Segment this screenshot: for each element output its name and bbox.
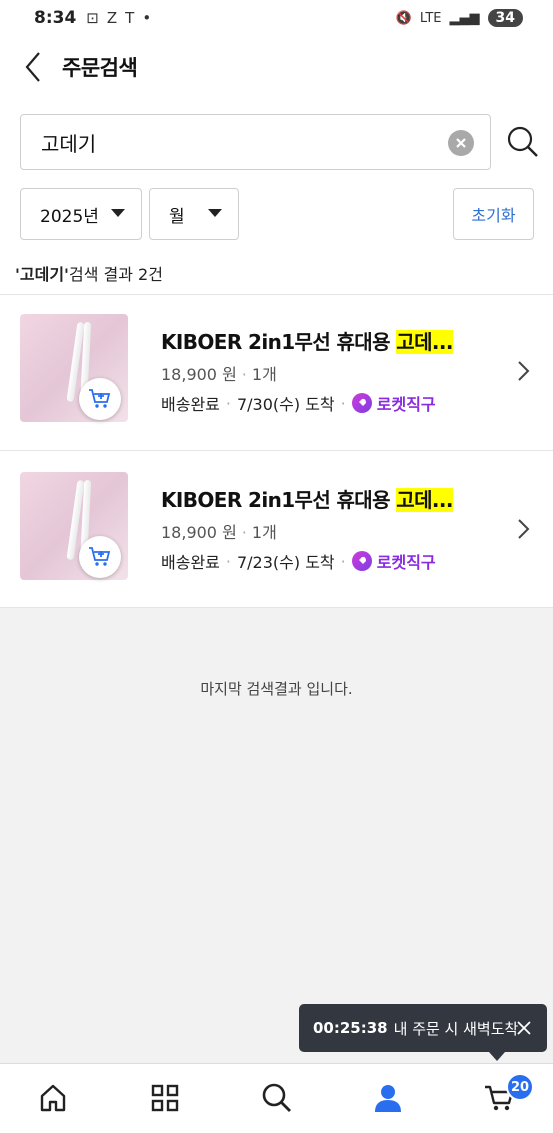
product-title: KIBOER 2in1무선 휴대용 고데... bbox=[161, 488, 453, 512]
nav-home-button[interactable] bbox=[33, 1078, 73, 1118]
search-box bbox=[20, 114, 491, 170]
network-label: LTE bbox=[419, 10, 442, 26]
month-filter-label: 월 bbox=[169, 206, 185, 227]
close-icon[interactable] bbox=[515, 1019, 533, 1037]
delivery-status: 배송완료 · 7/23(수) 도착 · 로켓직구 bbox=[161, 549, 436, 573]
more-dot-icon: • bbox=[142, 9, 152, 27]
product-title: KIBOER 2in1무선 휴대용 고데... bbox=[161, 330, 453, 354]
caret-down-icon bbox=[208, 209, 222, 217]
nav-category-button[interactable] bbox=[145, 1078, 185, 1118]
add-to-cart-button[interactable] bbox=[79, 378, 121, 420]
toast-text: 내 주문 시 새벽도착 bbox=[393, 1019, 519, 1038]
system-icons: 🔇 LTE ▂▄▆ 34 bbox=[396, 9, 523, 27]
add-to-cart-button[interactable] bbox=[79, 536, 121, 578]
month-filter-select[interactable]: 월 bbox=[149, 188, 239, 240]
status-time: 8:34 bbox=[34, 8, 77, 28]
cart-plus-icon bbox=[89, 389, 111, 408]
result-count-text: 검색 결과 2건 bbox=[68, 265, 163, 284]
chevron-left-icon bbox=[25, 52, 40, 82]
order-item[interactable]: KIBOER 2in1무선 휴대용 고데... 18,900 원 · 1개 배송완료… bbox=[0, 294, 553, 450]
price-quantity: 18,900 원 · 1개 bbox=[161, 365, 277, 384]
tesla-icon: T bbox=[125, 9, 135, 27]
search-button[interactable] bbox=[505, 124, 541, 160]
header: 주문검색 bbox=[0, 36, 553, 98]
status-text: 배송완료 bbox=[161, 395, 220, 414]
grid-icon bbox=[151, 1084, 179, 1112]
search-icon bbox=[262, 1083, 291, 1112]
price-quantity: 18,900 원 · 1개 bbox=[161, 523, 277, 542]
delivery-status: 배송완료 · 7/30(수) 도착 · 로켓직구 bbox=[161, 391, 436, 415]
clear-search-button[interactable] bbox=[448, 130, 474, 156]
cart-count-badge: 20 bbox=[506, 1073, 534, 1101]
arrival-date: 7/30(수) 도착 bbox=[236, 395, 335, 414]
nav-search-button[interactable] bbox=[257, 1078, 297, 1118]
year-filter-label: 2025년 bbox=[40, 206, 99, 227]
z-app-icon: Z bbox=[106, 9, 118, 27]
rocket-icon bbox=[351, 551, 372, 571]
rocket-badge: 로켓직구 bbox=[351, 391, 436, 415]
toast-pointer bbox=[489, 1052, 505, 1061]
dawn-delivery-toast: 00:25:38 내 주문 시 새벽도착 bbox=[299, 1004, 547, 1061]
mute-icon: 🔇 bbox=[395, 10, 412, 26]
year-filter-select[interactable]: 2025년 bbox=[20, 188, 142, 240]
end-of-results-message: 마지막 검색결과 입니다. bbox=[200, 680, 353, 698]
home-icon bbox=[40, 1084, 66, 1112]
quantity: 1개 bbox=[251, 523, 277, 542]
person-icon bbox=[375, 1085, 401, 1112]
page-title: 주문검색 bbox=[62, 56, 138, 80]
toast-timer: 00:25:38 bbox=[313, 1019, 388, 1037]
rocket-badge: 로켓직구 bbox=[351, 549, 436, 573]
bottom-nav bbox=[0, 1063, 553, 1133]
rocket-icon bbox=[351, 393, 372, 413]
close-icon bbox=[456, 138, 466, 148]
result-count: '고데기' 검색 결과 2건 bbox=[0, 252, 553, 294]
keyword-highlight: 고데... bbox=[396, 330, 453, 354]
arrival-date: 7/23(수) 도착 bbox=[236, 553, 335, 572]
search-input[interactable] bbox=[21, 130, 421, 154]
search-area: 2025년 월 초기화 bbox=[0, 98, 553, 252]
quantity: 1개 bbox=[251, 365, 277, 384]
chevron-right-icon[interactable] bbox=[514, 359, 532, 383]
battery-indicator: 34 bbox=[487, 9, 523, 27]
screenshot-icon: ⊡ bbox=[86, 9, 99, 27]
signal-icon: ▂▄▆ bbox=[449, 10, 480, 26]
price: 18,900 원 bbox=[161, 523, 237, 542]
caret-down-icon bbox=[111, 209, 125, 217]
search-icon bbox=[507, 126, 538, 157]
result-keyword: '고데기' bbox=[15, 265, 69, 284]
keyword-highlight: 고데... bbox=[396, 488, 453, 512]
price: 18,900 원 bbox=[161, 365, 237, 384]
chevron-right-icon[interactable] bbox=[514, 517, 532, 541]
notification-icons: ⊡ Z T • bbox=[86, 9, 151, 27]
nav-my-page-button[interactable] bbox=[368, 1078, 408, 1118]
status-text: 배송완료 bbox=[161, 553, 220, 572]
status-bar: 8:34 ⊡ Z T • 🔇 LTE ▂▄▆ 34 bbox=[0, 0, 553, 36]
order-item[interactable]: KIBOER 2in1무선 휴대용 고데... 18,900 원 · 1개 배송완료… bbox=[0, 450, 553, 608]
cart-plus-icon bbox=[89, 547, 111, 566]
back-button[interactable] bbox=[18, 47, 48, 87]
reset-button[interactable]: 초기화 bbox=[453, 188, 534, 240]
